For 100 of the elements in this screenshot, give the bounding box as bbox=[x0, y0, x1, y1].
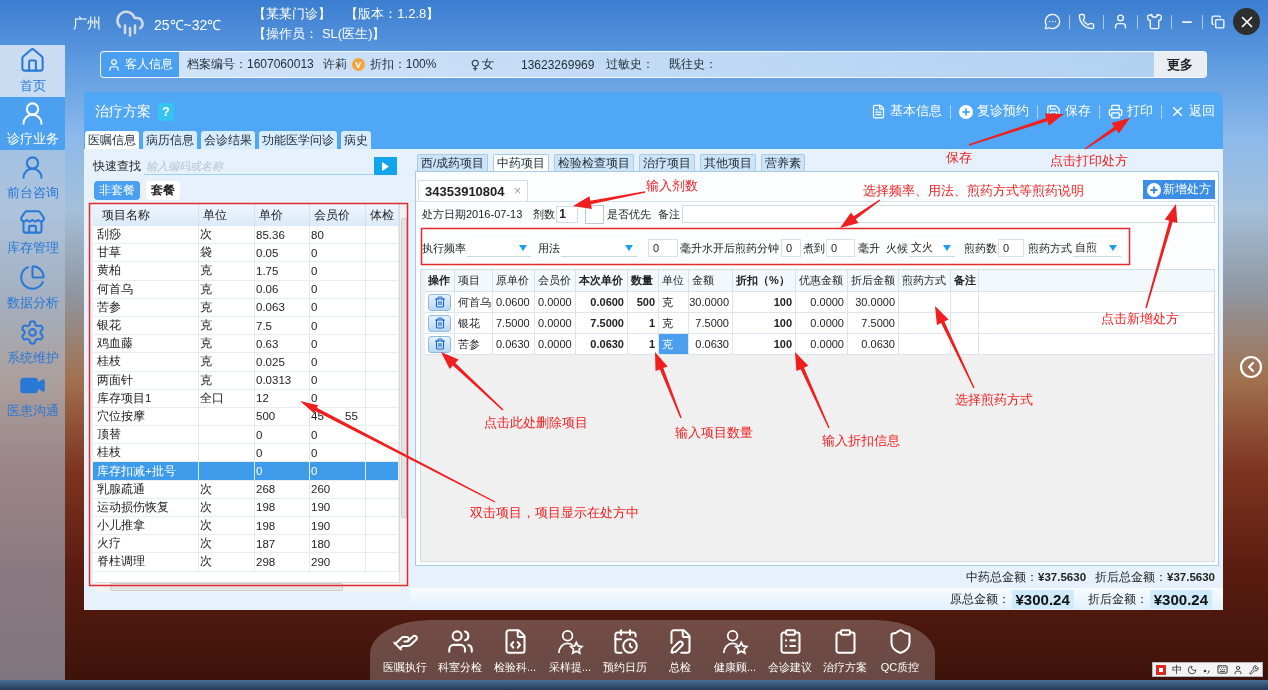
dock-item[interactable]: 总检 bbox=[652, 628, 708, 680]
table-cell[interactable]: 克 bbox=[659, 313, 689, 333]
table-cell[interactable]: 克 bbox=[659, 292, 689, 312]
operator-label: 【操作员： SL(医生)】 bbox=[253, 24, 387, 43]
table-cell: 7.5000 bbox=[848, 313, 899, 333]
table-cell: 7.5000 bbox=[493, 313, 535, 333]
table-row[interactable]: 刮痧 次 85.36 80 bbox=[93, 226, 399, 245]
phone-icon[interactable] bbox=[1078, 13, 1095, 30]
prescription-date: 处方日期2016-07-13 bbox=[422, 206, 523, 222]
ime-logo-icon[interactable] bbox=[1155, 664, 1166, 675]
option-label: 毫升 bbox=[858, 240, 880, 256]
number-field[interactable]: 0 bbox=[998, 239, 1024, 257]
table-cell: 0.0630 bbox=[493, 334, 535, 354]
horizontal-scrollbar[interactable] bbox=[97, 582, 400, 592]
gear-icon bbox=[19, 318, 46, 346]
table-cell: 两面针 bbox=[93, 371, 199, 390]
vertical-scrollbar[interactable] bbox=[399, 204, 408, 582]
note-field[interactable] bbox=[682, 205, 1215, 223]
column-header: 项目 bbox=[455, 270, 493, 291]
table-cell: 0.0000 bbox=[796, 292, 848, 312]
total-label: 中药总金额： bbox=[966, 569, 1039, 585]
table-row[interactable]: 鸡血藤 克 0.63 0 bbox=[93, 335, 399, 354]
tab[interactable]: 病历信息 bbox=[143, 131, 197, 149]
tab[interactable]: 会诊结果 bbox=[201, 131, 255, 149]
dock-item[interactable]: 健康顾... bbox=[707, 628, 763, 680]
table-cell: 0 bbox=[310, 262, 366, 281]
delete-button[interactable] bbox=[428, 335, 451, 353]
wrench-icon[interactable] bbox=[1249, 664, 1260, 675]
chevron-left-circle-icon[interactable] bbox=[1239, 355, 1263, 379]
tab[interactable]: 检验检查项目 bbox=[554, 154, 635, 171]
tab[interactable]: 中药项目 bbox=[493, 154, 550, 171]
table-row[interactable]: 甘草 袋 0.05 0 bbox=[93, 244, 399, 263]
dock-item[interactable]: 会诊建议 bbox=[762, 628, 818, 680]
delete-button[interactable] bbox=[428, 314, 451, 332]
tab[interactable]: 西/成药项目 bbox=[417, 154, 489, 171]
table-row[interactable]: 黄柏 克 1.75 0 bbox=[93, 262, 399, 281]
tab[interactable]: 营养素 bbox=[761, 154, 806, 171]
tab[interactable]: 其他项目 bbox=[700, 154, 757, 171]
dock-item[interactable]: 医嘱执行 bbox=[377, 628, 433, 680]
user-star-icon bbox=[556, 628, 584, 655]
dock-item[interactable]: 预约日历 bbox=[597, 628, 653, 680]
scrollbar-thumb[interactable] bbox=[110, 583, 343, 591]
ime-mode[interactable]: 中 bbox=[1171, 662, 1182, 677]
user-icon[interactable] bbox=[1233, 664, 1244, 675]
table-cell: 次 bbox=[199, 553, 255, 572]
tab[interactable]: 病史 bbox=[341, 131, 371, 149]
dock-item[interactable]: QC质控 bbox=[872, 628, 928, 680]
more-button[interactable]: 更多 bbox=[1154, 52, 1206, 77]
table-row[interactable]: 苦参 0.0630 0.0000 0.0630 1 克 0.0630 100 0.0000 0.0630 bbox=[425, 334, 1214, 355]
search-button[interactable] bbox=[374, 157, 397, 175]
close-button[interactable] bbox=[1233, 8, 1260, 35]
scrollbar-thumb[interactable] bbox=[401, 218, 407, 518]
table-cell: 克 bbox=[199, 371, 255, 390]
column-header: 项目名称 bbox=[93, 204, 199, 226]
filter-button[interactable]: 套餐 bbox=[146, 181, 180, 200]
table-row[interactable]: 桂枝 0 0 bbox=[93, 444, 399, 463]
dock-item[interactable]: 检验科... bbox=[487, 628, 543, 680]
chat-icon[interactable] bbox=[1044, 13, 1061, 30]
total-label: 折后总金额： bbox=[1095, 569, 1168, 585]
annotation-text: 点击此处删除项目 bbox=[484, 415, 588, 431]
dock-item[interactable]: 治疗方案 bbox=[817, 628, 873, 680]
dropdown-arrow-icon bbox=[1109, 244, 1117, 251]
prescription-tab[interactable]: 34353910804 × bbox=[418, 180, 528, 201]
note-label: 备注 bbox=[658, 206, 681, 222]
dose-label: 剂数 bbox=[533, 206, 556, 222]
table-cell: 桂枝 bbox=[93, 353, 199, 372]
dropdown[interactable]: 文火 bbox=[909, 239, 955, 257]
dock-item[interactable]: 科室分检 bbox=[432, 628, 488, 680]
number-field[interactable]: 0 bbox=[648, 239, 678, 257]
table-row[interactable]: 何首乌 0.0600 0.0000 0.0600 500 克 30.0000 100 0.0000 30.0000 bbox=[425, 292, 1214, 313]
table-row[interactable]: 顶替 0 0 bbox=[93, 426, 399, 445]
tab[interactable]: 治疗项目 bbox=[639, 154, 696, 171]
dose-field[interactable]: 1 bbox=[556, 205, 579, 223]
table-row[interactable]: 脊柱调理 次 298 290 bbox=[93, 553, 399, 572]
table-cell: 0.0600 bbox=[493, 292, 535, 312]
priority-checkbox[interactable] bbox=[585, 204, 605, 224]
delete-button[interactable] bbox=[428, 293, 451, 311]
restore-icon[interactable] bbox=[1211, 14, 1225, 29]
total-value: ¥300.24 bbox=[1011, 589, 1074, 609]
total-value: ¥37.5630 bbox=[1167, 571, 1215, 583]
table-row[interactable]: 小儿推拿 次 198 190 bbox=[93, 517, 399, 536]
dropdown[interactable]: 自煎 bbox=[1073, 239, 1121, 257]
shirt-icon[interactable] bbox=[1146, 13, 1163, 30]
table-cell: 何首乌 bbox=[93, 280, 199, 299]
tab[interactable]: 医嘱信息 bbox=[85, 131, 139, 149]
table-row[interactable]: 火疗 次 187 180 bbox=[93, 535, 399, 554]
number-field[interactable]: 0 bbox=[781, 239, 801, 257]
table-cell: 克 bbox=[199, 353, 255, 372]
search-label: 快速查找 bbox=[93, 157, 142, 175]
table-row[interactable]: 桂枝 克 0.025 0 bbox=[93, 353, 399, 372]
user-icon[interactable] bbox=[1112, 13, 1129, 30]
tab[interactable]: 功能医学问诊 bbox=[259, 131, 337, 149]
table-cell: 100 bbox=[733, 292, 796, 312]
keyboard-icon[interactable] bbox=[1216, 664, 1228, 675]
dock-item[interactable]: 采样提... bbox=[542, 628, 598, 680]
home-icon bbox=[19, 47, 46, 74]
moon-icon[interactable] bbox=[1187, 664, 1198, 675]
number-field[interactable]: 0 bbox=[826, 239, 855, 257]
annotation-text: 选择频率、用法、煎药方式等煎药说明 bbox=[863, 183, 1084, 199]
column-header: 会员价 bbox=[535, 270, 576, 291]
